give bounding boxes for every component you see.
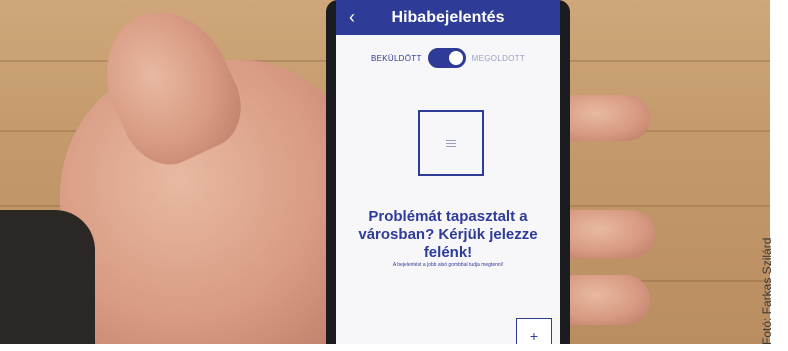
empty-state-hint: A bejelentést a jobb alsó gombbal tudja … bbox=[392, 262, 504, 268]
toggle-knob bbox=[447, 50, 464, 66]
background-photo: ‹ Hibabejelentés BEKÜLDÖTT MEGOLDOTT Pro… bbox=[0, 0, 770, 344]
add-report-button[interactable]: + bbox=[516, 318, 552, 344]
app-header: ‹ Hibabejelentés bbox=[336, 0, 560, 35]
image-placeholder-icon bbox=[418, 110, 484, 176]
chevron-left-icon[interactable]: ‹ bbox=[336, 7, 368, 28]
phone-screen: ‹ Hibabejelentés BEKÜLDÖTT MEGOLDOTT Pro… bbox=[336, 0, 560, 344]
status-toggle[interactable] bbox=[427, 48, 466, 68]
finger bbox=[560, 210, 655, 258]
toggle-label-submitted[interactable]: BEKÜLDÖTT bbox=[371, 54, 422, 63]
empty-state-headline: Problémát tapasztalt a városban? Kérjük … bbox=[358, 208, 538, 261]
page-title: Hibabejelentés bbox=[391, 8, 505, 26]
sleeve bbox=[0, 210, 95, 344]
toggle-label-resolved[interactable]: MEGOLDOTT bbox=[472, 54, 525, 63]
finger bbox=[560, 275, 650, 325]
photo-credit: Fotó: Farkas Szilárd bbox=[760, 237, 774, 345]
status-toggle-row: BEKÜLDÖTT MEGOLDOTT bbox=[336, 48, 560, 68]
finger bbox=[560, 95, 650, 141]
phone: ‹ Hibabejelentés BEKÜLDÖTT MEGOLDOTT Pro… bbox=[326, 0, 570, 344]
